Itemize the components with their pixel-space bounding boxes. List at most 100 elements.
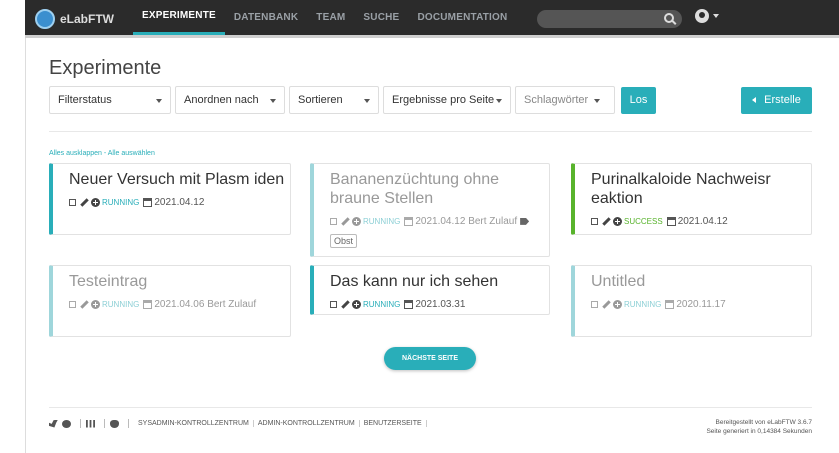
- separator: [128, 419, 129, 428]
- chevron-down-icon: [713, 14, 719, 18]
- calendar-icon: [666, 216, 676, 226]
- go-button[interactable]: Los: [621, 87, 656, 114]
- calendar-icon: [665, 299, 675, 309]
- card-title[interactable]: Bananenzüchtung ohne braune Stellen: [330, 170, 549, 208]
- card-author: Bert Zulauf: [207, 299, 257, 310]
- chevron-down-icon: [364, 99, 370, 103]
- search-icon[interactable]: [664, 13, 674, 23]
- card-meta: RUNNING 2021.03.31: [330, 295, 549, 315]
- footer-link-sysadmin[interactable]: SYSADMIN-KONTROLLZENTRUM: [134, 420, 254, 427]
- user-menu[interactable]: [695, 9, 719, 23]
- pencil-icon[interactable]: [341, 217, 350, 226]
- card-title[interactable]: Testeintrag: [69, 272, 290, 291]
- sort-select[interactable]: Sortieren: [289, 86, 379, 114]
- separator: [104, 419, 105, 428]
- libraries-icon[interactable]: [86, 419, 95, 428]
- nav-experimente[interactable]: EXPERIMENTE: [133, 0, 225, 35]
- next-page-button[interactable]: NÄCHSTE SEITE: [384, 347, 476, 370]
- per-page-select[interactable]: Ergebnisse pro Seite: [383, 86, 511, 114]
- generation-time: Seite generiert in 0,14384 Sekunden: [706, 428, 812, 435]
- chevron-down-icon: [594, 99, 600, 103]
- experiment-card[interactable]: Untitled RUNNING 2020.11.17: [571, 265, 812, 337]
- checkbox-icon[interactable]: [330, 217, 337, 225]
- card-date: 2021.03.31: [415, 299, 466, 310]
- checkbox-icon[interactable]: [591, 217, 598, 225]
- footer-divider: [49, 407, 812, 408]
- order-label: Anordnen nach: [184, 94, 259, 106]
- calendar-icon: [143, 197, 153, 207]
- checkbox-icon[interactable]: [591, 300, 598, 308]
- navbar: eLabFTW EXPERIMENTE DATENBANK TEAM SUCHE…: [25, 0, 839, 38]
- status-badge: RUNNING: [102, 198, 140, 207]
- status-badge: SUCCESS: [624, 217, 663, 226]
- status-badge: RUNNING: [363, 217, 401, 226]
- plus-circle-icon[interactable]: [613, 216, 622, 226]
- status-badge: RUNNING: [624, 300, 662, 309]
- chevron-down-icon: [156, 99, 162, 103]
- plus-circle-icon[interactable]: [91, 197, 100, 207]
- separator: [80, 419, 81, 428]
- nav-team[interactable]: TEAM: [307, 0, 354, 35]
- experiment-card[interactable]: Bananenzüchtung ohne braune Stellen RUNN…: [310, 163, 550, 257]
- experiment-card[interactable]: Testeintrag RUNNING 2021.04.06 Bert Zulau…: [49, 265, 291, 337]
- card-date: 2021.04.12: [677, 216, 728, 227]
- card-date: 2021.04.12: [154, 197, 205, 208]
- checkbox-icon[interactable]: [330, 300, 337, 308]
- plus-circle-icon[interactable]: [91, 299, 100, 309]
- pencil-icon[interactable]: [80, 300, 89, 309]
- github-icon[interactable]: [62, 419, 71, 428]
- bug-icon[interactable]: [110, 419, 119, 428]
- experiment-card[interactable]: Das kann nur ich sehen RUNNING 2021.03.31: [310, 265, 550, 315]
- brand-name: eLabFTW: [60, 12, 114, 26]
- sort-label: Sortieren: [298, 94, 343, 106]
- pencil-icon[interactable]: [80, 198, 89, 207]
- status-badge: RUNNING: [363, 300, 401, 309]
- status-badge: RUNNING: [102, 300, 140, 309]
- card-title[interactable]: Das kann nur ich sehen: [330, 272, 549, 291]
- powered-by: Bereitgestellt von eLabFTW 3.6.7: [715, 419, 812, 426]
- experiment-card[interactable]: Purinalkaloide Nachweisr eaktion SUCCESS…: [571, 163, 812, 235]
- card-title[interactable]: Purinalkaloide Nachweisr eaktion: [591, 170, 811, 208]
- create-button[interactable]: Erstelle: [741, 87, 812, 114]
- chevron-down-icon: [496, 99, 502, 103]
- elabftw-logo-icon: [35, 9, 55, 29]
- checkbox-icon[interactable]: [69, 300, 76, 308]
- footer-link-admin[interactable]: ADMIN-KONTROLLZENTRUM: [254, 420, 360, 427]
- nav-datenbank[interactable]: DATENBANK: [225, 0, 307, 35]
- filter-status-label: Filterstatus: [58, 94, 112, 106]
- tag-badge[interactable]: Obst: [330, 234, 358, 248]
- calendar-icon: [404, 216, 414, 226]
- experiment-card[interactable]: Neuer Versuch mit Plasm iden RUNNING 2021…: [49, 163, 291, 235]
- search-input[interactable]: [537, 10, 682, 28]
- footer-links: SYSADMIN-KONTROLLZENTRUM ADMIN-KONTROLLZ…: [49, 419, 427, 428]
- tags-select[interactable]: Schlagwörter: [515, 86, 615, 114]
- checkbox-icon[interactable]: [69, 198, 76, 206]
- calendar-icon: [143, 299, 153, 309]
- plus-circle-icon[interactable]: [352, 299, 361, 309]
- card-meta: RUNNING 2021.04.12: [69, 193, 290, 213]
- plus-circle-icon[interactable]: [613, 299, 622, 309]
- pencil-icon[interactable]: [602, 300, 611, 309]
- pencil-icon[interactable]: [602, 217, 611, 226]
- tags-label: Schlagwörter: [524, 94, 589, 106]
- nav-documentation[interactable]: DOCUMENTATION: [408, 0, 516, 35]
- chevron-down-icon: [270, 99, 276, 103]
- card-title[interactable]: Neuer Versuch mit Plasm iden: [69, 170, 290, 189]
- nav-suche[interactable]: SUCHE: [354, 0, 408, 35]
- card-date: 2020.11.17: [676, 299, 726, 310]
- brand[interactable]: eLabFTW: [35, 9, 114, 29]
- card-meta: RUNNING 2021.04.06 Bert Zulauf: [69, 295, 290, 315]
- order-select[interactable]: Anordnen nach: [175, 86, 285, 114]
- filter-status-select[interactable]: Filterstatus: [49, 86, 171, 114]
- card-title[interactable]: Untitled: [591, 272, 811, 291]
- card-date: 2021.04.06: [154, 299, 205, 310]
- twitter-icon[interactable]: [49, 419, 58, 428]
- expand-select-links[interactable]: Alles ausklappen - Alle auswählen: [49, 150, 155, 157]
- pencil-icon[interactable]: [341, 300, 350, 309]
- tag-icon: [520, 217, 530, 225]
- footer-info: Bereitgestellt von eLabFTW 3.6.7 Seite g…: [706, 418, 812, 436]
- footer-link-user[interactable]: BENUTZERSEITE: [360, 420, 427, 427]
- plus-circle-icon[interactable]: [352, 216, 361, 226]
- card-author: Bert Zulauf: [468, 216, 518, 227]
- card-meta: RUNNING 2021.04.12 Bert Zulauf Obst: [330, 212, 549, 252]
